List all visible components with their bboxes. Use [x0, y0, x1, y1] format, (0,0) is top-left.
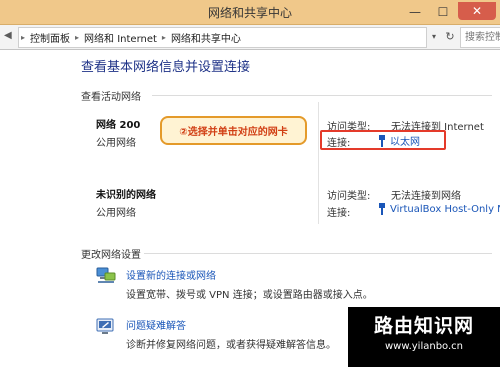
address-bar: ◀ ▸ 控制面板 ▸ 网络和 Internet ▸ 网络和共享中心 ▾ ↻ 搜索…: [0, 25, 500, 50]
active-networks-label: 查看活动网络: [81, 92, 141, 103]
vertical-divider: [318, 102, 319, 224]
access-type-label: 访问类型:: [327, 191, 371, 202]
breadcrumb-control-panel[interactable]: 控制面板: [27, 30, 73, 45]
breadcrumb-separator-icon: ▸: [21, 33, 26, 42]
breadcrumb[interactable]: ▸ 控制面板 ▸ 网络和 Internet ▸ 网络和共享中心: [18, 27, 427, 48]
setup-connection-link[interactable]: 设置新的连接或网络: [126, 267, 216, 282]
page-title: 查看基本网络信息并设置连接: [81, 60, 251, 75]
section-divider: [144, 253, 492, 254]
connection-value[interactable]: VirtualBox Host-Only N: [390, 204, 500, 215]
connection-highlight: [320, 130, 446, 150]
search-input[interactable]: 搜索控制面: [460, 27, 500, 48]
network-name: 网络 200: [96, 120, 141, 131]
window-controls: — ☐ ✕: [402, 0, 496, 24]
network-type: 公用网络: [96, 138, 136, 149]
title-bar: 网络和共享中心 — ☐ ✕: [0, 0, 500, 25]
connection-label: 连接:: [327, 208, 351, 219]
instruction-callout: ②选择并单击对应的网卡: [160, 116, 307, 145]
close-button[interactable]: ✕: [458, 2, 496, 20]
ethernet-plug-icon: [378, 203, 386, 215]
access-type-value: 无法连接到网络: [391, 191, 461, 202]
troubleshoot-icon: [96, 316, 116, 336]
virtualbox-connection-link[interactable]: VirtualBox Host-Only N: [378, 203, 500, 215]
watermark-logo: 路由知识网 www.yilanbo.cn: [348, 307, 500, 367]
minimize-button[interactable]: —: [402, 2, 428, 22]
main-content: 查看基本网络信息并设置连接 查看活动网络 网络 200 公用网络 访问类型: 无…: [0, 50, 500, 367]
setup-connection-desc: 设置宽带、拨号或 VPN 连接；或设置路由器或接入点。: [126, 290, 373, 301]
section-divider: [152, 95, 492, 96]
breadcrumb-separator-icon[interactable]: ▸: [160, 33, 168, 42]
change-settings-label: 更改网络设置: [81, 250, 141, 261]
breadcrumb-network-sharing-center[interactable]: 网络和共享中心: [168, 30, 244, 45]
network-sharing-window: 网络和共享中心 — ☐ ✕ ◀ ▸ 控制面板 ▸ 网络和 Internet ▸ …: [0, 0, 500, 367]
refresh-icon[interactable]: ↻: [442, 27, 458, 46]
watermark-url: www.yilanbo.cn: [384, 341, 464, 352]
chevron-down-icon[interactable]: ▾: [426, 27, 442, 46]
chevron-left-icon[interactable]: ◀: [4, 30, 12, 41]
troubleshoot-desc: 诊断并修复网络问题，或者获得疑难解答信息。: [126, 340, 336, 351]
watermark-title: 路由知识网: [373, 315, 474, 337]
network-name: 未识别的网络: [96, 190, 156, 201]
network-type: 公用网络: [96, 208, 136, 219]
breadcrumb-separator-icon[interactable]: ▸: [73, 33, 81, 42]
troubleshoot-link[interactable]: 问题疑难解答: [126, 317, 186, 332]
maximize-button[interactable]: ☐: [430, 2, 456, 22]
breadcrumb-network-internet[interactable]: 网络和 Internet: [81, 30, 160, 45]
network-setup-icon: [96, 265, 116, 285]
